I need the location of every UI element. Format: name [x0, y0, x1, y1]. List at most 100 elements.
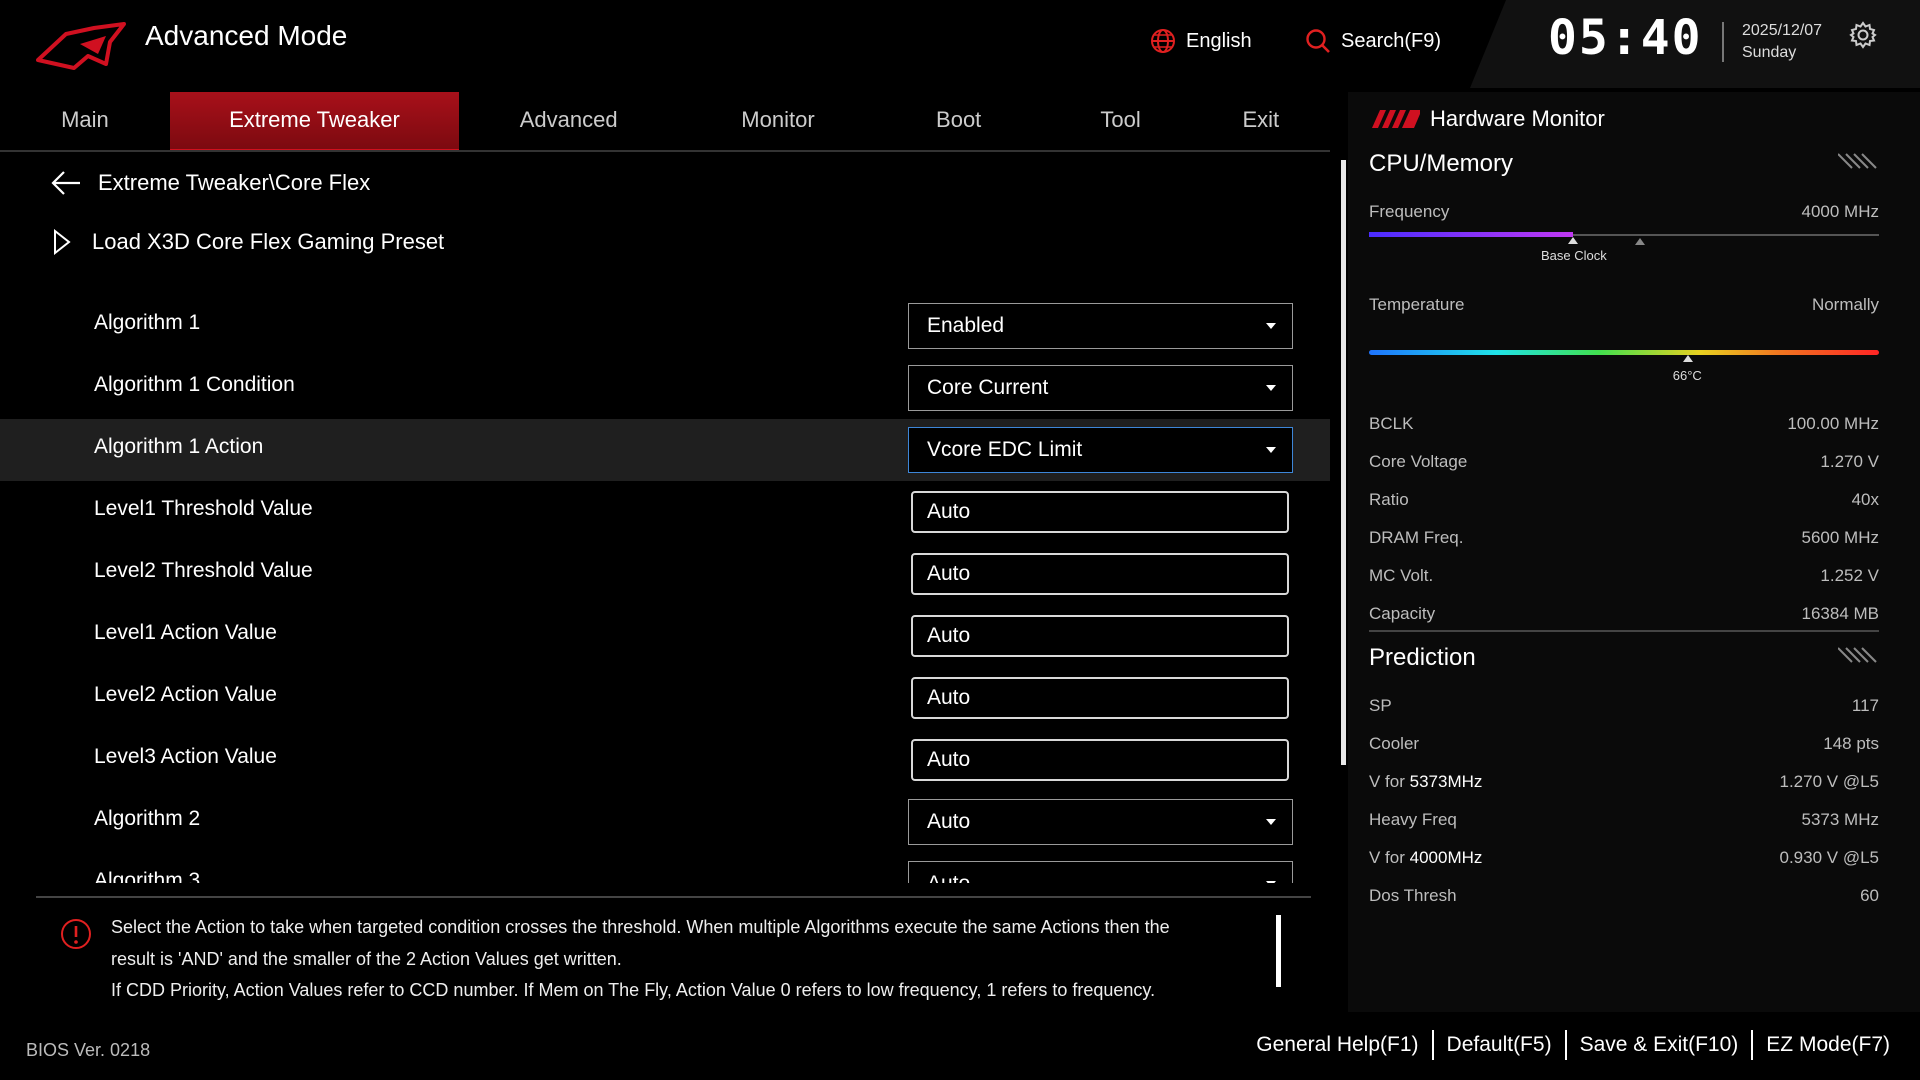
stat-label: MC Volt.: [1369, 566, 1434, 585]
tab-extreme-tweaker[interactable]: Extreme Tweaker: [169, 92, 460, 152]
setting-row-algorithm-2[interactable]: Algorithm 2 Auto: [0, 791, 1330, 853]
dropdown-value: Auto: [927, 872, 970, 883]
caret-down-icon: [1266, 323, 1276, 329]
mc-volt-row: MC Volt. 1.252 V: [1369, 566, 1879, 586]
ratio-row: Ratio 40x: [1369, 490, 1879, 510]
setting-row-level2-threshold[interactable]: Level2 Threshold Value Auto: [0, 543, 1330, 605]
stat-label: DRAM Freq.: [1369, 528, 1464, 547]
footer-actions: General Help(F1) Default(F5) Save & Exit…: [1256, 1030, 1890, 1060]
help-line-1: Select the Action to take when targeted …: [111, 917, 1170, 937]
help-line-2: result is 'AND' and the smaller of the 2…: [111, 948, 622, 969]
stat-value: 5600 MHz: [1801, 528, 1879, 547]
globe-icon: [1151, 29, 1175, 53]
stat-label: BCLK: [1369, 414, 1414, 433]
main-tabs: Main Extreme Tweaker Advanced Monitor Bo…: [0, 92, 1320, 152]
tabs-divider: [0, 150, 1330, 152]
clock-time: 05:40: [1548, 10, 1703, 66]
info-icon: [61, 919, 91, 949]
setting-row-level3-action[interactable]: Level3 Action Value Auto: [0, 729, 1330, 791]
stat-label: Cooler: [1369, 734, 1420, 753]
setting-label: Algorithm 1 Action: [94, 435, 264, 458]
hardware-monitor-header: Hardware Monitor: [1372, 106, 1605, 132]
general-help-button[interactable]: General Help(F1): [1256, 1033, 1418, 1057]
setting-row-level1-action[interactable]: Level1 Action Value Auto: [0, 605, 1330, 667]
stat-label: V for 5373MHz: [1369, 772, 1482, 792]
stat-label: SP: [1369, 696, 1392, 715]
language-label: English: [1186, 29, 1252, 52]
weekday-text: Sunday: [1742, 44, 1797, 61]
tab-main[interactable]: Main: [0, 92, 170, 152]
setting-row-algorithm-1-condition[interactable]: Algorithm 1 Condition Core Current: [0, 357, 1330, 419]
load-preset-item[interactable]: Load X3D Core Flex Gaming Preset: [52, 229, 444, 255]
cooler-row: Cooler 148 pts: [1369, 734, 1879, 754]
setting-label: Algorithm 1: [94, 311, 201, 334]
algorithm-3-dropdown[interactable]: Auto: [908, 861, 1293, 883]
setting-label: Algorithm 2: [94, 807, 201, 830]
frequency-value: 4000 MHz: [1801, 202, 1879, 221]
stat-value: 0.930 V @L5: [1779, 848, 1880, 867]
frequency-fill: [1369, 232, 1573, 237]
setting-row-algorithm-1[interactable]: Algorithm 1 Enabled: [0, 295, 1330, 357]
help-scrollbar[interactable]: [1276, 915, 1281, 987]
dram-freq-row: DRAM Freq. 5600 MHz: [1369, 528, 1879, 548]
back-arrow-icon[interactable]: [50, 169, 82, 197]
setting-row-algorithm-3[interactable]: Algorithm 3 Auto: [0, 853, 1330, 883]
dropdown-value: Core Current: [927, 376, 1049, 399]
section-stripes-icon: [1838, 153, 1877, 169]
caret-down-icon: [1266, 385, 1276, 391]
setting-label: Algorithm 3: [94, 869, 201, 883]
max-frequency-marker: [1635, 238, 1645, 245]
settings-scrollbar[interactable]: [1341, 160, 1346, 765]
level1-action-input[interactable]: Auto: [911, 615, 1289, 657]
algorithm-1-dropdown[interactable]: Enabled: [908, 303, 1293, 349]
tab-advanced[interactable]: Advanced: [459, 92, 678, 152]
level3-action-input[interactable]: Auto: [911, 739, 1289, 781]
settings-panel: Extreme Tweaker\Core Flex Load X3D Core …: [0, 155, 1330, 895]
core-voltage-row: Core Voltage 1.270 V: [1369, 452, 1879, 472]
breadcrumb[interactable]: Extreme Tweaker\Core Flex: [50, 169, 370, 197]
stat-label: V for 4000MHz: [1369, 848, 1482, 868]
level2-threshold-input[interactable]: Auto: [911, 553, 1289, 595]
setting-label: Level1 Action Value: [94, 621, 277, 644]
setting-label: Level2 Threshold Value: [94, 559, 313, 582]
stat-label-prefix: V for: [1369, 848, 1410, 867]
search-button[interactable]: Search(F9): [1305, 28, 1441, 54]
setting-row-algorithm-1-action[interactable]: Algorithm 1 Action Vcore EDC Limit: [0, 419, 1330, 481]
base-clock-label: Base Clock: [1541, 248, 1607, 263]
temperature-marker: [1682, 355, 1693, 362]
tab-boot[interactable]: Boot: [878, 92, 1040, 152]
tab-tool[interactable]: Tool: [1040, 92, 1202, 152]
algorithm-2-dropdown[interactable]: Auto: [908, 799, 1293, 845]
stat-value: 100.00 MHz: [1787, 414, 1879, 433]
frequency-row: Frequency 4000 MHz: [1369, 202, 1879, 222]
stat-value: 60: [1860, 886, 1879, 905]
level1-threshold-input[interactable]: Auto: [911, 491, 1289, 533]
level2-action-input[interactable]: Auto: [911, 677, 1289, 719]
language-selector[interactable]: English: [1150, 28, 1252, 54]
save-exit-button[interactable]: Save & Exit(F10): [1580, 1033, 1739, 1057]
stat-value: 148 pts: [1823, 734, 1879, 753]
search-icon: [1306, 29, 1330, 53]
algorithm-1-condition-dropdown[interactable]: Core Current: [908, 365, 1293, 411]
ez-mode-button[interactable]: EZ Mode(F7): [1766, 1033, 1890, 1057]
caret-down-icon: [1266, 447, 1276, 453]
tab-monitor[interactable]: Monitor: [678, 92, 877, 152]
algorithm-1-action-dropdown[interactable]: Vcore EDC Limit: [908, 427, 1293, 473]
header: Advanced Mode English Search(F9) 05:40 2…: [0, 0, 1920, 90]
hardware-monitor-panel: Hardware Monitor CPU/Memory Frequency 40…: [1348, 92, 1920, 1012]
section-stripes-icon: [1838, 647, 1877, 663]
section-divider: [1369, 630, 1879, 632]
cpu-memory-title: CPU/Memory: [1369, 150, 1514, 177]
gear-icon[interactable]: [1848, 20, 1878, 50]
footer-separator: [1431, 1030, 1434, 1060]
stat-value: 1.270 V: [1820, 452, 1879, 471]
dos-thresh-row: Dos Thresh 60: [1369, 886, 1879, 906]
capacity-row: Capacity 16384 MB: [1369, 604, 1879, 624]
preset-label: Load X3D Core Flex Gaming Preset: [92, 229, 445, 254]
setting-row-level2-action[interactable]: Level2 Action Value Auto: [0, 667, 1330, 729]
dropdown-value: Vcore EDC Limit: [927, 438, 1083, 461]
setting-row-level1-threshold[interactable]: Level1 Threshold Value Auto: [0, 481, 1330, 543]
stat-label-prefix: V for: [1369, 772, 1410, 791]
tab-exit[interactable]: Exit: [1202, 92, 1320, 152]
default-button[interactable]: Default(F5): [1447, 1033, 1552, 1057]
